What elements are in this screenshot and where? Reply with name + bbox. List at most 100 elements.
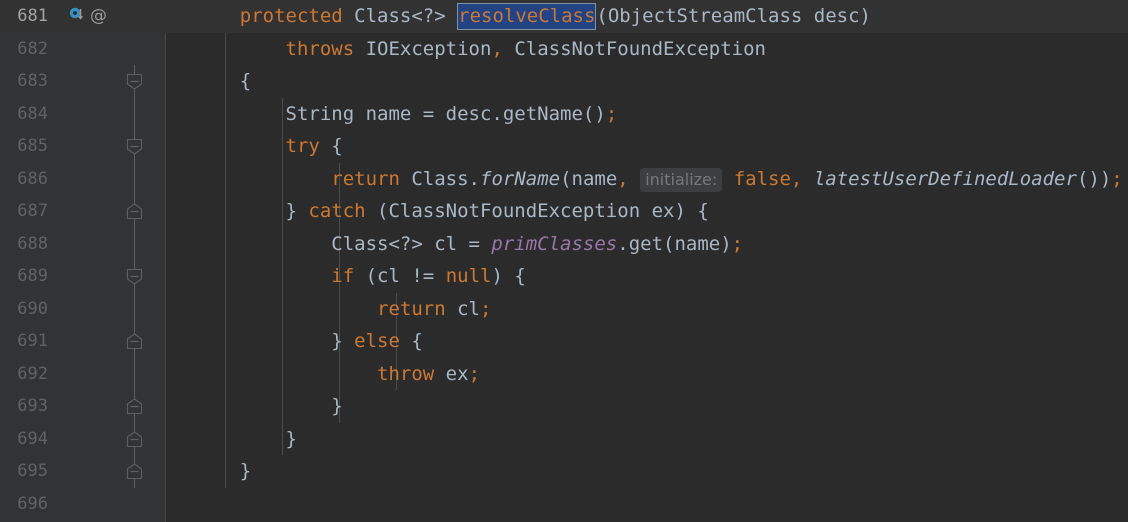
code-token: throws: [285, 37, 355, 60]
line-number[interactable]: 683: [0, 65, 48, 98]
fold-end-icon[interactable]: [126, 463, 143, 480]
code-token: Class<?> cl =: [194, 232, 492, 255]
line-number[interactable]: 695: [0, 455, 48, 488]
line-number[interactable]: 691: [0, 325, 48, 358]
fold-end-icon[interactable]: [126, 430, 143, 448]
fold-start-icon[interactable]: [126, 268, 143, 285]
code-token: null: [445, 265, 492, 287]
line-number[interactable]: 686: [0, 163, 48, 196]
code-token: }: [194, 427, 297, 450]
code-token: (ObjectStreamClass desc): [596, 5, 871, 27]
code-token: ex: [434, 362, 469, 385]
code-token: (name: [560, 167, 618, 190]
code-line[interactable]: String name = desc.getName();: [194, 98, 618, 131]
line-number[interactable]: 681: [0, 0, 48, 33]
code-token: cl: [445, 297, 480, 320]
code-token: catch: [308, 200, 366, 222]
code-line[interactable]: if (cl != null) {: [194, 260, 526, 293]
code-token: {: [319, 135, 343, 157]
code-token: (ClassNotFoundException ex) {: [365, 200, 709, 222]
code-line[interactable]: }: [194, 390, 343, 423]
code-token: return: [377, 297, 446, 320]
code-token: if: [331, 265, 355, 287]
code-token: (cl !=: [354, 265, 446, 287]
code-line[interactable]: protected Class<?> resolveClass(ObjectSt…: [194, 0, 871, 33]
line-number[interactable]: 688: [0, 228, 48, 261]
code-token: ,: [617, 167, 629, 190]
line-number[interactable]: 693: [0, 390, 48, 423]
code-line[interactable]: }: [194, 423, 297, 456]
code-token: ;: [731, 232, 744, 255]
line-number[interactable]: 692: [0, 358, 48, 391]
code-token: Class.: [399, 167, 480, 190]
code-token: ;: [1111, 167, 1123, 190]
code-line[interactable]: return cl;: [194, 293, 491, 326]
fold-end-icon[interactable]: [126, 203, 143, 220]
fold-start-icon[interactable]: [126, 73, 143, 90]
code-line[interactable]: }: [194, 455, 251, 488]
overriding-method-icon[interactable]: [69, 7, 86, 24]
line-number[interactable]: 685: [0, 130, 48, 163]
code-token: try: [285, 135, 320, 157]
code-token: false: [733, 167, 791, 190]
code-token: Class<?>: [354, 5, 446, 27]
code-token: ,: [491, 37, 503, 60]
line-number[interactable]: 687: [0, 195, 48, 228]
code-token: .get(name): [617, 232, 732, 255]
code-token: ) {: [491, 265, 526, 287]
annotation-marker-icon[interactable]: @: [90, 0, 107, 33]
code-line[interactable]: Class<?> cl = primClasses.get(name);: [194, 228, 743, 261]
code-token: }: [194, 395, 343, 417]
code-token: return: [331, 167, 400, 190]
code-token: primClasses: [491, 232, 618, 255]
code-token: {: [399, 330, 423, 352]
code-line[interactable]: {: [194, 65, 251, 98]
code-token: }: [194, 200, 309, 222]
code-line[interactable]: try {: [194, 130, 343, 163]
fold-end-icon[interactable]: [126, 398, 143, 415]
code-token: ;: [468, 362, 481, 385]
code-token: latestUserDefinedLoader: [813, 167, 1077, 190]
line-number[interactable]: 689: [0, 260, 48, 293]
code-token: IOException: [354, 37, 492, 60]
code-token: throw: [377, 362, 435, 385]
code-token: ;: [605, 102, 618, 125]
line-number[interactable]: 682: [0, 33, 48, 66]
code-token: protected: [239, 5, 343, 27]
code-area[interactable]: protected Class<?> resolveClass(ObjectSt…: [166, 0, 1128, 522]
code-line[interactable]: throws IOException, ClassNotFoundExcepti…: [194, 33, 766, 66]
code-token: else: [354, 330, 400, 352]
code-token: String name = desc.getName(): [194, 102, 606, 125]
code-token: {: [194, 70, 252, 92]
code-token: forName: [480, 167, 561, 190]
code-line[interactable]: } else {: [194, 325, 423, 358]
code-token: }: [194, 330, 355, 352]
line-number[interactable]: 684: [0, 98, 48, 131]
code-token: ,: [790, 167, 803, 190]
selected-identifier[interactable]: resolveClass: [457, 3, 597, 30]
code-token: }: [194, 460, 252, 482]
line-number[interactable]: 696: [0, 488, 48, 521]
line-number[interactable]: 694: [0, 423, 48, 456]
code-line[interactable]: throw ex;: [194, 358, 480, 391]
parameter-inlay-hint[interactable]: initialize:: [640, 167, 723, 192]
line-number[interactable]: 690: [0, 293, 48, 326]
fold-end-icon[interactable]: [126, 333, 143, 350]
code-editor[interactable]: 681 @682 683 684 685 686 687 688 689 690 691 692 693…: [0, 0, 1128, 522]
code-line[interactable]: } catch (ClassNotFoundException ex) {: [194, 195, 709, 228]
fold-start-icon[interactable]: [126, 138, 143, 155]
code-line[interactable]: return Class.forName(name, initialize: f…: [194, 163, 1123, 196]
code-token: ()): [1076, 167, 1112, 190]
code-token: ClassNotFoundException: [502, 37, 766, 60]
